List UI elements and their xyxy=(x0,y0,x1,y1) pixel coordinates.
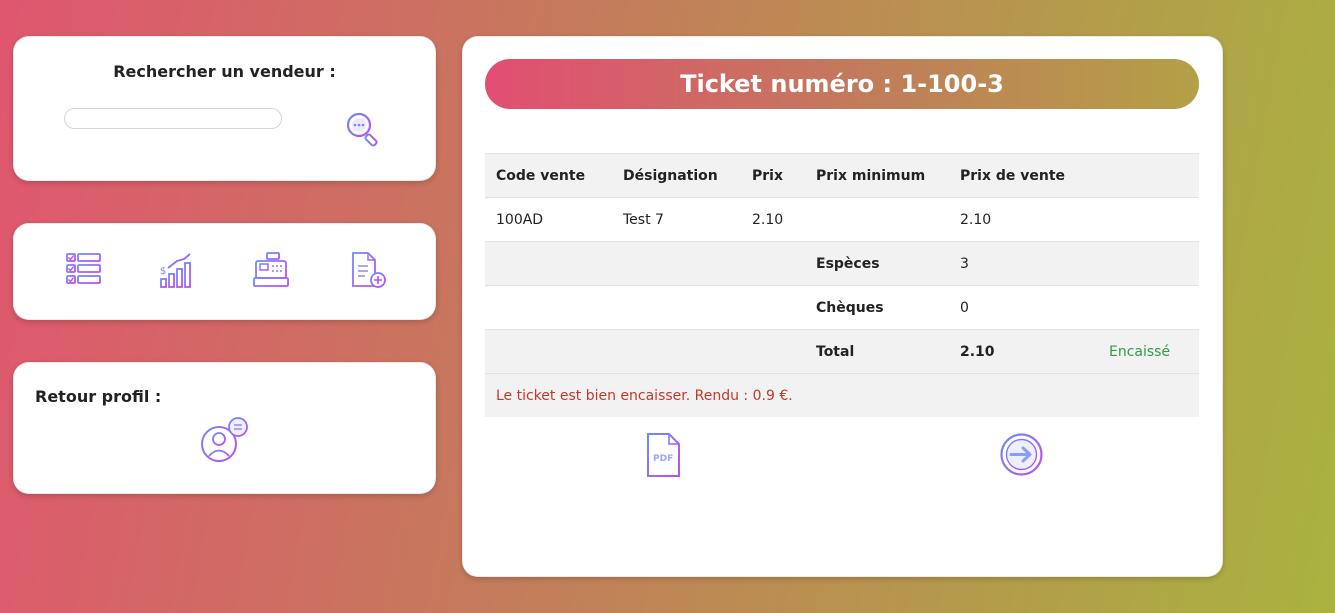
table-header-row: Code vente Désignation Prix Prix minimum… xyxy=(485,153,1199,198)
cell-designation: Test 7 xyxy=(612,197,741,242)
table-row: 100AD Test 7 2.10 2.10 xyxy=(485,197,1199,242)
total-row: Total 2.10 Encaissé xyxy=(485,329,1199,374)
ticket-table: Code vente Désignation Prix Prix minimum… xyxy=(485,153,1199,417)
arrow-right-circle-icon[interactable] xyxy=(999,432,1044,477)
status-badge: Encaissé xyxy=(1098,329,1199,374)
svg-text:$: $ xyxy=(160,266,166,277)
svg-text:PDF: PDF xyxy=(653,454,673,464)
cell-prix: 2.10 xyxy=(741,197,805,242)
checklist-icon[interactable] xyxy=(63,250,103,290)
sales-chart-icon[interactable]: $ xyxy=(157,250,197,290)
especes-row: Espèces 3 xyxy=(485,241,1199,286)
pdf-file-icon[interactable]: PDF xyxy=(644,432,684,478)
column-header: Désignation xyxy=(612,153,741,198)
user-chat-icon[interactable] xyxy=(198,417,250,467)
cash-register-icon[interactable] xyxy=(251,250,291,290)
cheques-row: Chèques 0 xyxy=(485,285,1199,330)
column-header-empty xyxy=(1098,153,1199,198)
cell-code: 100AD xyxy=(485,197,612,242)
search-vendor-title: Rechercher un vendeur : xyxy=(113,62,336,81)
column-header: Prix minimum xyxy=(805,153,949,198)
cell-prix-minimum xyxy=(805,197,949,242)
especes-value: 3 xyxy=(949,241,1098,286)
total-label: Total xyxy=(805,329,949,374)
especes-label: Espèces xyxy=(805,241,949,286)
search-icon[interactable] xyxy=(344,111,384,151)
profile-return-card: Retour profil : xyxy=(13,362,436,494)
cheques-value: 0 xyxy=(949,285,1098,330)
add-document-icon[interactable] xyxy=(348,250,388,290)
total-value: 2.10 xyxy=(949,329,1098,374)
ticket-card: Ticket numéro : 1-100-3 Code vente Désig… xyxy=(462,36,1223,577)
column-header: Prix de vente xyxy=(949,153,1098,198)
column-header: Code vente xyxy=(485,153,612,198)
search-vendor-input[interactable] xyxy=(64,108,282,129)
profile-return-title: Retour profil : xyxy=(35,387,162,406)
search-vendor-card: Rechercher un vendeur : xyxy=(13,36,436,181)
cell-prix-vente: 2.10 xyxy=(949,197,1098,242)
navigation-icons-card: $ xyxy=(13,223,436,320)
ticket-message: Le ticket est bien encaisser. Rendu : 0.… xyxy=(485,373,1199,417)
ticket-title: Ticket numéro : 1-100-3 xyxy=(485,59,1199,109)
cheques-label: Chèques xyxy=(805,285,949,330)
message-row: Le ticket est bien encaisser. Rendu : 0.… xyxy=(485,373,1199,417)
column-header: Prix xyxy=(741,153,805,198)
cell-empty xyxy=(1098,197,1199,242)
